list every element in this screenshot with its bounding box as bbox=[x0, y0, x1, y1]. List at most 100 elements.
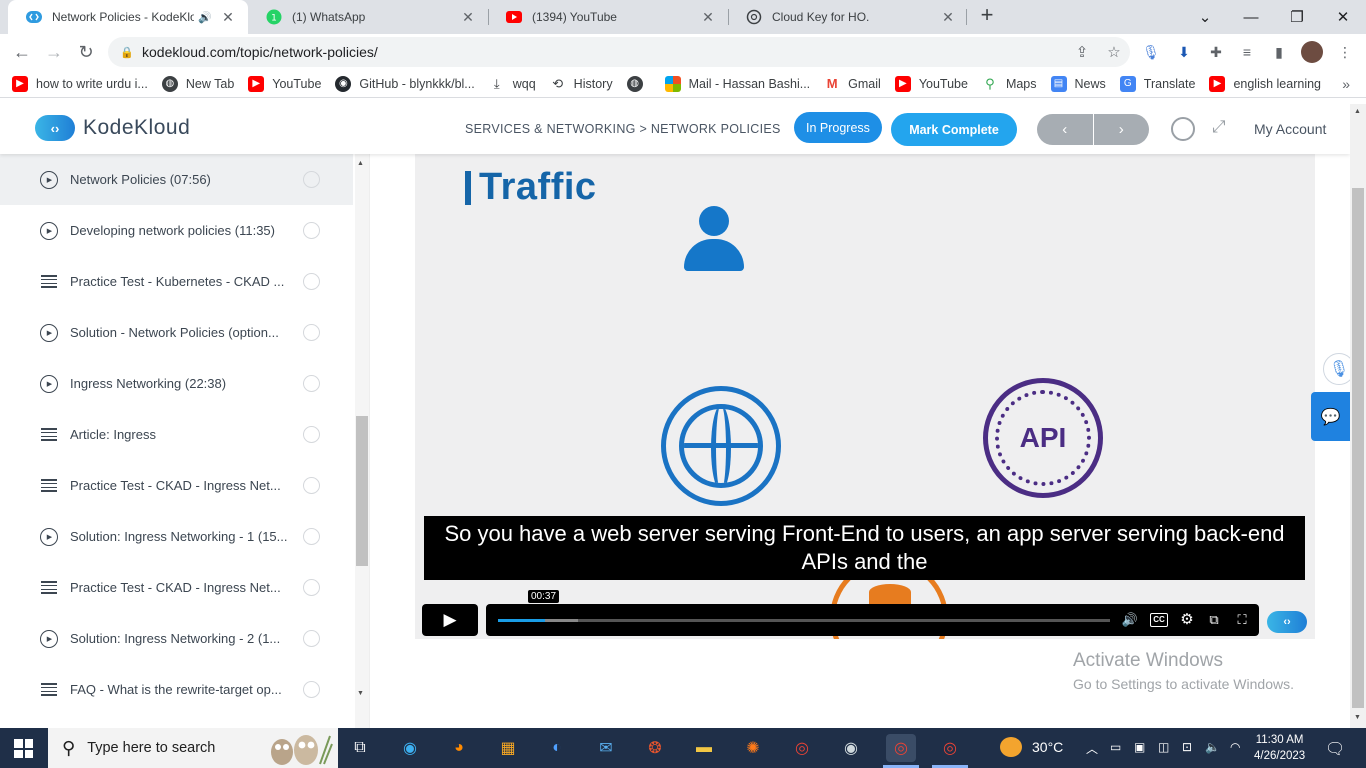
previous-lesson-button[interactable]: ‹ bbox=[1037, 114, 1093, 145]
page-scrollbar-thumb[interactable] bbox=[1352, 188, 1364, 708]
url-text[interactable]: kodekloud.com/topic/network-policies/ bbox=[142, 44, 1066, 60]
more-bookmarks-icon[interactable]: » bbox=[1342, 76, 1350, 92]
profile-avatar[interactable] bbox=[1301, 41, 1323, 63]
minimize-icon[interactable]: — bbox=[1228, 0, 1274, 34]
battery-icon[interactable]: ▭ bbox=[1110, 740, 1121, 754]
side-panel-icon[interactable]: ▮ bbox=[1268, 41, 1290, 63]
taskbar-search[interactable]: ⚲ Type here to search bbox=[48, 728, 338, 768]
bookmark-item[interactable]: G Translate bbox=[1119, 75, 1195, 92]
tab-cloud-key[interactable]: Cloud Key for HO. ✕ bbox=[728, 0, 968, 34]
bookmark-item[interactable]: ⤓ wqq bbox=[489, 76, 536, 92]
settings-gear-icon[interactable]: ⚙ bbox=[1178, 612, 1196, 628]
lesson-item[interactable]: ▶ Developing network policies (11:35) bbox=[0, 205, 353, 256]
lesson-item[interactable]: Article: Ingress bbox=[0, 409, 353, 460]
progress-bar[interactable] bbox=[498, 619, 1110, 622]
clock[interactable]: 11:30 AM 4/26/2023 bbox=[1254, 732, 1305, 764]
tab-network-policies[interactable]: Network Policies - KodeKlou 🔊 ✕ bbox=[8, 0, 248, 34]
chrome-icon[interactable]: ◎ bbox=[787, 734, 817, 762]
weather-widget[interactable]: 30°C bbox=[1000, 737, 1063, 757]
bookmark-star-icon[interactable]: ☆ bbox=[1098, 43, 1130, 61]
picture-in-picture-icon[interactable]: ⧉ bbox=[1205, 612, 1223, 628]
my-account-link[interactable]: My Account bbox=[1254, 121, 1326, 137]
speaker-icon[interactable]: 🔊 bbox=[198, 11, 212, 24]
close-window-icon[interactable]: ✕ bbox=[1320, 0, 1366, 34]
obs-icon[interactable]: ◉ bbox=[836, 734, 866, 762]
browser-app-icon[interactable]: ◐ bbox=[542, 734, 572, 762]
microphone-extension-icon[interactable]: 🎙 bbox=[1140, 41, 1162, 63]
bookmark-item[interactable]: Mail - Hassan Bashi... bbox=[664, 75, 810, 92]
menu-dots-icon[interactable]: ⋮ bbox=[1334, 41, 1356, 63]
settings-app-icon[interactable]: ✺ bbox=[738, 734, 768, 762]
bookmark-item[interactable]: ◍ bbox=[626, 75, 651, 92]
notification-icon[interactable]: 🗨 bbox=[1325, 739, 1345, 759]
tab-whatsapp[interactable]: 1 (1) WhatsApp ✕ bbox=[248, 0, 488, 34]
bookmark-item[interactable]: M Gmail bbox=[824, 76, 881, 92]
close-icon[interactable]: ✕ bbox=[700, 9, 716, 26]
lock-icon[interactable]: 🔒 bbox=[120, 46, 134, 59]
restore-icon[interactable]: ❐ bbox=[1274, 0, 1320, 34]
kodekloud-player-logo-icon[interactable]: ‹› bbox=[1267, 611, 1307, 633]
screen-capture-icon[interactable]: ⊡ bbox=[1182, 740, 1192, 754]
voice-input-mic-icon[interactable]: 🎙 bbox=[1323, 353, 1350, 385]
extensions-puzzle-icon[interactable]: ✚ bbox=[1205, 41, 1227, 63]
edge-icon[interactable]: ◉ bbox=[395, 734, 425, 762]
display-icon[interactable]: ▣ bbox=[1134, 740, 1145, 754]
mail-icon[interactable]: ✉ bbox=[591, 734, 621, 762]
bookmark-item[interactable]: ▤ News bbox=[1050, 75, 1106, 92]
bookmark-item[interactable]: ▶ how to write urdu i... bbox=[12, 75, 148, 92]
lesson-item[interactable]: ▶ Solution - Network Policies (option... bbox=[0, 307, 353, 358]
bookmark-item[interactable]: ⟲ History bbox=[550, 76, 612, 92]
lesson-item[interactable]: ▶ Network Policies (07:56) bbox=[0, 154, 353, 205]
lesson-item[interactable]: Practice Test - Kubernetes - CKAD ... bbox=[0, 256, 353, 307]
page-scroll-up-icon[interactable]: ▲ bbox=[1354, 108, 1361, 115]
sidebar-scrollbar-thumb[interactable] bbox=[356, 416, 368, 566]
wifi-icon[interactable]: ◠ bbox=[1230, 740, 1240, 754]
media-queue-icon[interactable]: ≡ bbox=[1236, 41, 1258, 63]
file-explorer-icon[interactable]: ▬ bbox=[689, 734, 719, 762]
lesson-item[interactable]: FAQ - What is the rewrite-target op... bbox=[0, 664, 353, 715]
show-hidden-icons-chevron-icon[interactable]: ︿ bbox=[1086, 740, 1098, 757]
camera-icon[interactable]: ◫ bbox=[1158, 740, 1169, 754]
app-swirl-icon[interactable]: ❂ bbox=[640, 734, 670, 762]
microsoft-store-icon[interactable]: ▦ bbox=[493, 734, 523, 762]
mark-complete-button[interactable]: Mark Complete bbox=[891, 113, 1017, 146]
bookmark-item[interactable]: ▶ YouTube bbox=[248, 75, 321, 92]
captions-icon[interactable]: CC bbox=[1150, 613, 1168, 627]
share-icon[interactable]: ⇪ bbox=[1066, 43, 1098, 61]
next-lesson-button[interactable]: › bbox=[1092, 114, 1150, 145]
windows-start-icon[interactable] bbox=[14, 739, 33, 758]
chrome-active-icon[interactable]: ◎ bbox=[886, 734, 916, 762]
reload-icon[interactable]: ↻ bbox=[72, 38, 100, 66]
bookmark-item[interactable]: ◍ New Tab bbox=[161, 75, 234, 92]
chrome-profile-icon[interactable]: ◎ bbox=[935, 734, 965, 762]
kodekloud-logo[interactable]: ‹› KodeKloud bbox=[35, 115, 190, 141]
new-tab-button[interactable]: + bbox=[976, 4, 998, 27]
close-icon[interactable]: ✕ bbox=[460, 9, 476, 26]
close-icon[interactable]: ✕ bbox=[940, 9, 956, 26]
play-button[interactable]: ▶ bbox=[422, 604, 478, 636]
bookmark-item[interactable]: ◉ GitHub - blynkkk/bl... bbox=[335, 75, 475, 92]
lesson-item[interactable]: ▶ Solution: Ingress Networking - 2 (1... bbox=[0, 613, 353, 664]
task-view-icon[interactable]: ⧉ bbox=[345, 734, 375, 762]
expand-icon[interactable]: ⤢ bbox=[1212, 117, 1226, 137]
in-progress-button[interactable]: In Progress bbox=[794, 112, 882, 143]
video-player[interactable]: Traffic API So you have a web server ser… bbox=[415, 154, 1315, 639]
close-icon[interactable]: ✕ bbox=[220, 9, 236, 26]
scroll-up-arrow-icon[interactable]: ▲ bbox=[357, 160, 364, 167]
bookmark-item[interactable]: ▶ english learning bbox=[1209, 75, 1321, 92]
download-extension-icon[interactable]: ⬇ bbox=[1173, 41, 1195, 63]
scroll-down-arrow-icon[interactable]: ▼ bbox=[357, 690, 364, 697]
tab-search-chevron-icon[interactable]: ⌄ bbox=[1182, 0, 1228, 34]
volume-icon[interactable]: 🔊 bbox=[1121, 612, 1139, 628]
page-scroll-down-icon[interactable]: ▼ bbox=[1354, 714, 1361, 721]
lesson-item[interactable]: Practice Test - CKAD - Ingress Net... bbox=[0, 562, 353, 613]
chat-widget-icon[interactable]: 💬 bbox=[1311, 392, 1350, 441]
fullscreen-icon[interactable]: ⛶ bbox=[1233, 612, 1251, 628]
firefox-icon[interactable]: ◕ bbox=[444, 734, 474, 762]
bookmark-item[interactable]: ⚲ Maps bbox=[982, 76, 1036, 92]
lesson-item[interactable]: Practice Test - CKAD - Ingress Net... bbox=[0, 460, 353, 511]
back-arrow-icon[interactable]: ← bbox=[8, 38, 36, 66]
forward-arrow-icon[interactable]: → bbox=[40, 38, 68, 66]
volume-tray-icon[interactable]: 🔈 bbox=[1205, 740, 1220, 754]
tab-youtube[interactable]: (1394) YouTube ✕ bbox=[488, 0, 728, 34]
